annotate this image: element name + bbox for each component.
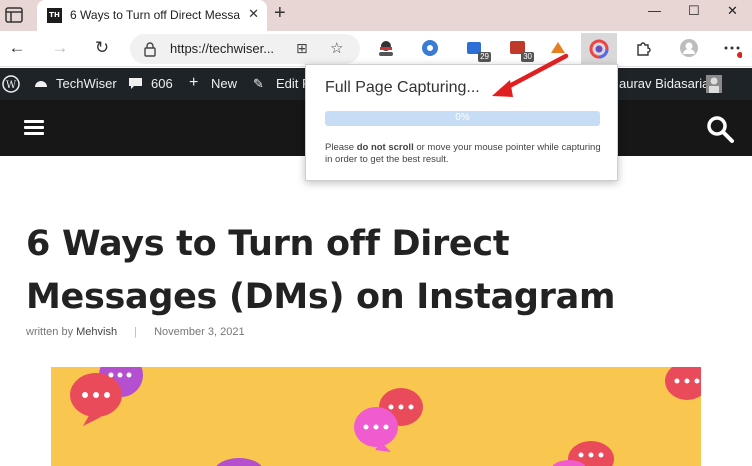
- wp-new-link[interactable]: New: [211, 76, 237, 91]
- screenshot-extension-icon: [589, 39, 609, 59]
- svg-text:W: W: [6, 80, 17, 91]
- site-favicon-icon: TH: [47, 8, 62, 23]
- publish-date: November 3, 2021: [154, 326, 245, 338]
- browser-toolbar: ← → ↻ https://techwiser... ⊞ ☆ 29 30: [0, 31, 752, 67]
- lock-icon[interactable]: [142, 41, 158, 57]
- new-tab-icon[interactable]: +: [274, 2, 286, 25]
- screenshot-extension-button[interactable]: [581, 33, 617, 65]
- tab-title: 6 Ways to Turn off Direct Messag: [70, 8, 240, 22]
- popup-title: Full Page Capturing...: [325, 79, 480, 96]
- forward-icon[interactable]: →: [49, 38, 71, 58]
- tab-close-icon[interactable]: ✕: [248, 6, 259, 22]
- profile-avatar-icon[interactable]: [679, 38, 699, 58]
- reader-view-icon[interactable]: ⊞: [296, 40, 308, 57]
- refresh-icon[interactable]: ↻: [91, 38, 113, 58]
- extension-icon[interactable]: [420, 38, 440, 58]
- red-arrow-annotation: [492, 53, 569, 97]
- note-prefix: Please: [325, 142, 355, 153]
- wp-site-name[interactable]: TechWiser: [56, 76, 117, 91]
- chat-bubbles-illustration: [70, 367, 701, 466]
- article-meta: written by Mehvish | November 3, 2021: [26, 326, 245, 338]
- minimize-icon[interactable]: —: [648, 3, 661, 18]
- pencil-icon: ✎: [253, 76, 264, 91]
- comment-icon: [129, 78, 142, 89]
- written-by-label: written by: [26, 326, 74, 338]
- user-avatar[interactable]: [706, 75, 722, 93]
- wordpress-icon[interactable]: W: [2, 75, 20, 93]
- hamburger-menu-icon[interactable]: [24, 120, 44, 136]
- plus-icon: +: [189, 74, 199, 91]
- dashboard-icon: [35, 81, 47, 87]
- article-hero-image: [51, 367, 701, 466]
- tab-active[interactable]: TH 6 Ways to Turn off Direct Messag ✕: [37, 0, 267, 31]
- capture-progress-bar: 0%: [325, 111, 600, 126]
- meta-separator: |: [134, 326, 138, 338]
- tab-strip: TH 6 Ways to Turn off Direct Messag ✕ + …: [0, 0, 752, 31]
- add-favorite-icon[interactable]: ☆: [330, 39, 343, 57]
- incognito-extension-icon[interactable]: [376, 38, 396, 58]
- article-title: 6 Ways to Turn off Direct Messages (DMs)…: [26, 224, 616, 317]
- close-window-icon[interactable]: ✕: [727, 3, 738, 19]
- search-icon[interactable]: [705, 114, 735, 144]
- extensions-puzzle-icon[interactable]: [634, 38, 654, 58]
- maximize-icon[interactable]: ☐: [688, 3, 700, 19]
- browser-window: TH 6 Ways to Turn off Direct Messag ✕ + …: [0, 0, 752, 466]
- tab-actions-icon[interactable]: [4, 6, 24, 24]
- back-icon[interactable]: ←: [6, 38, 28, 58]
- wp-user-name[interactable]: aurav Bidasaria: [619, 76, 709, 91]
- popup-note: Please do not scroll or move your mouse …: [325, 142, 605, 166]
- more-menu-icon[interactable]: [722, 38, 743, 58]
- note-bold: do not scroll: [356, 142, 414, 153]
- progress-text: 0%: [455, 112, 470, 123]
- author-link[interactable]: Mehvish: [76, 326, 117, 338]
- url-text[interactable]: https://techwiser...: [170, 41, 274, 56]
- address-bar[interactable]: https://techwiser... ⊞ ☆: [130, 34, 360, 64]
- wp-comments-count[interactable]: 606: [151, 76, 173, 91]
